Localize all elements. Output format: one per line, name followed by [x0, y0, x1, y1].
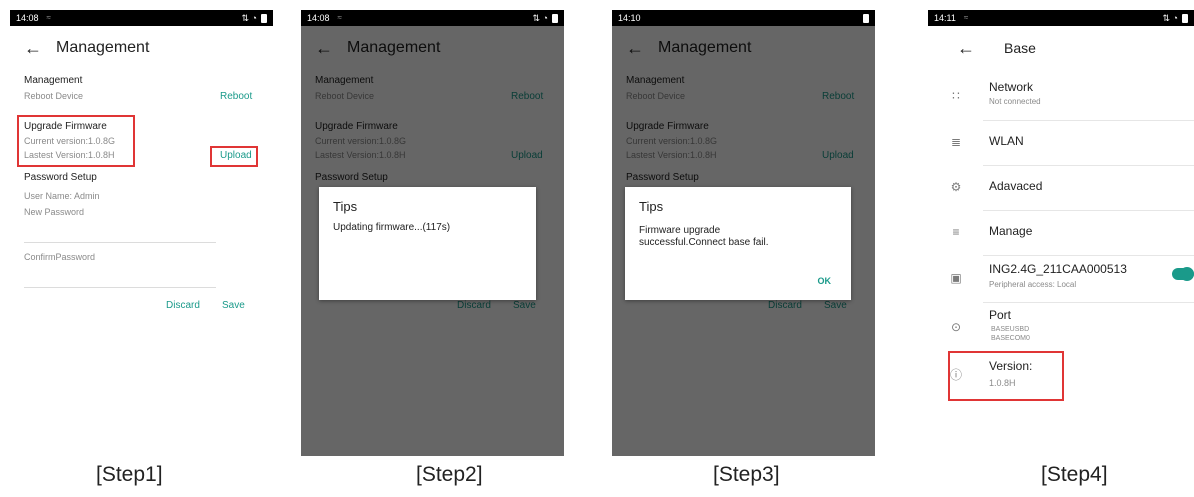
reboot-button[interactable]: Reboot — [220, 91, 252, 102]
list-item-network[interactable]: ∷ Network Not connected — [928, 74, 1194, 120]
signal-icon: ≈ — [963, 13, 969, 22]
tips-dialog: Tips Updating firmware...(117s) — [319, 187, 536, 300]
manage-title: Manage — [989, 224, 1033, 238]
new-password-field[interactable]: New Password — [24, 207, 84, 217]
section-upgrade-title: Upgrade Firmware — [24, 121, 107, 132]
status-icons: ⇅ ◔ — [1162, 13, 1178, 23]
dialog-message-line2: successful.Connect base fail. — [639, 237, 769, 248]
ok-button[interactable]: OK — [818, 276, 832, 286]
caption-step3: [Step3] — [713, 463, 780, 486]
port-title: Port — [989, 308, 1012, 322]
page-title: Management — [56, 39, 150, 56]
step4-screen: 14:11 ≈ ⇅ ◔ ← Base ∷ Network Not connecte… — [928, 10, 1194, 456]
step3-screen: 14:10 ← Management Management Reboot Dev… — [612, 10, 875, 456]
signal-icon: ≈ — [337, 13, 342, 22]
network-title: Network — [989, 80, 1034, 94]
current-version-label: Current version:1.0.8G — [24, 136, 116, 146]
status-time: 14:11 — [934, 13, 956, 23]
list-item-wlan[interactable]: ≣ WLAN — [928, 121, 1194, 163]
info-icon: ⓘ — [949, 368, 962, 382]
wlan-title: WLAN — [989, 134, 1024, 148]
list-item-port[interactable]: ⊙ Port BASEUSBD BASECOM0 — [928, 303, 1194, 351]
status-icons: ⇅ ◔ — [241, 13, 257, 23]
wifi-icon: ≣ — [950, 135, 962, 149]
back-arrow-icon[interactable]: ← — [928, 38, 1004, 59]
device-icon: ▣ — [950, 271, 962, 285]
save-button[interactable]: Save — [222, 300, 245, 311]
settings-icon: ⚙ — [950, 180, 962, 194]
battery-icon — [1182, 13, 1188, 23]
user-name-label: User Name: Admin — [24, 191, 100, 201]
latest-version-label: Lastest Version:1.0.8H — [24, 150, 115, 160]
discard-button[interactable]: Discard — [166, 300, 200, 311]
dialog-title: Tips — [639, 199, 664, 214]
battery-icon — [261, 13, 267, 23]
back-arrow-icon[interactable]: ← — [10, 38, 56, 59]
status-time: 14:08 — [16, 13, 39, 23]
list-item-advanced[interactable]: ⚙ Adavaced — [928, 166, 1194, 208]
caption-step1: [Step1] — [96, 463, 163, 486]
dialog-message-line1: Firmware upgrade — [639, 225, 721, 236]
status-bar: 14:11 ≈ ⇅ ◔ — [928, 10, 1194, 26]
menu-icon: ≡ — [952, 225, 960, 239]
upload-button[interactable]: Upload — [220, 150, 252, 161]
app-bar: ← Management — [10, 26, 273, 70]
caption-step4: [Step4] — [1041, 463, 1108, 486]
list-item-version[interactable]: ⓘ Version: 1.0.8H — [928, 353, 1194, 399]
status-time: 14:08 — [307, 13, 330, 23]
port-icon: ⊙ — [950, 320, 962, 334]
port-sub-2: BASECOM0 — [991, 335, 1030, 342]
advanced-title: Adavaced — [989, 179, 1043, 193]
device-title: ING2.4G_211CAA000513 — [989, 262, 1127, 276]
page-title: Base — [1004, 40, 1036, 56]
battery-icon — [552, 13, 558, 23]
toggle-knob — [1180, 267, 1194, 281]
version-title: Version: — [989, 359, 1033, 373]
section-management-title: Management — [24, 75, 83, 86]
version-value: 1.0.8H — [989, 378, 1016, 388]
app-bar: ← Base — [928, 26, 1194, 70]
step2-screen: 14:08≈ ⇅ ◔ ← Management Management Reboo… — [301, 10, 564, 456]
new-password-underline — [24, 242, 216, 243]
step1-screen: 14:08 ≈ ⇅ ◔ ← Management Management Reboo… — [10, 10, 273, 456]
status-bar: 14:10 — [612, 10, 875, 26]
list-item-device[interactable]: ▣ ING2.4G_211CAA000513 Peripheral access… — [928, 256, 1194, 302]
caption-step2: [Step2] — [416, 463, 483, 486]
device-toggle[interactable] — [1172, 267, 1194, 281]
device-access-label: Peripheral access: Local — [989, 280, 1077, 289]
battery-icon — [863, 13, 869, 23]
status-icons: ⇅ ◔ — [532, 13, 548, 23]
dialog-title: Tips — [333, 199, 358, 214]
status-bar: 14:08 ≈ ⇅ ◔ — [10, 10, 273, 26]
network-status: Not connected — [989, 97, 1041, 106]
status-bar: 14:08 ≈ ⇅ ◔ — [301, 10, 564, 26]
dialog-message: Updating firmware...(117s) — [333, 222, 451, 233]
tips-dialog: Tips Firmware upgrade successful.Connect… — [625, 187, 851, 300]
signal-icon: ≈ — [46, 13, 51, 22]
network-icon: ∷ — [952, 89, 960, 103]
status-time: 14:10 — [618, 13, 641, 23]
section-password-title: Password Setup — [24, 172, 97, 183]
reboot-device-label: Reboot Device — [24, 91, 84, 101]
confirm-password-field[interactable]: ConfirmPassword — [24, 252, 95, 262]
port-sub-1: BASEUSBD — [991, 326, 1030, 333]
confirm-password-underline — [24, 287, 216, 288]
list-item-manage[interactable]: ≡ Manage — [928, 211, 1194, 254]
